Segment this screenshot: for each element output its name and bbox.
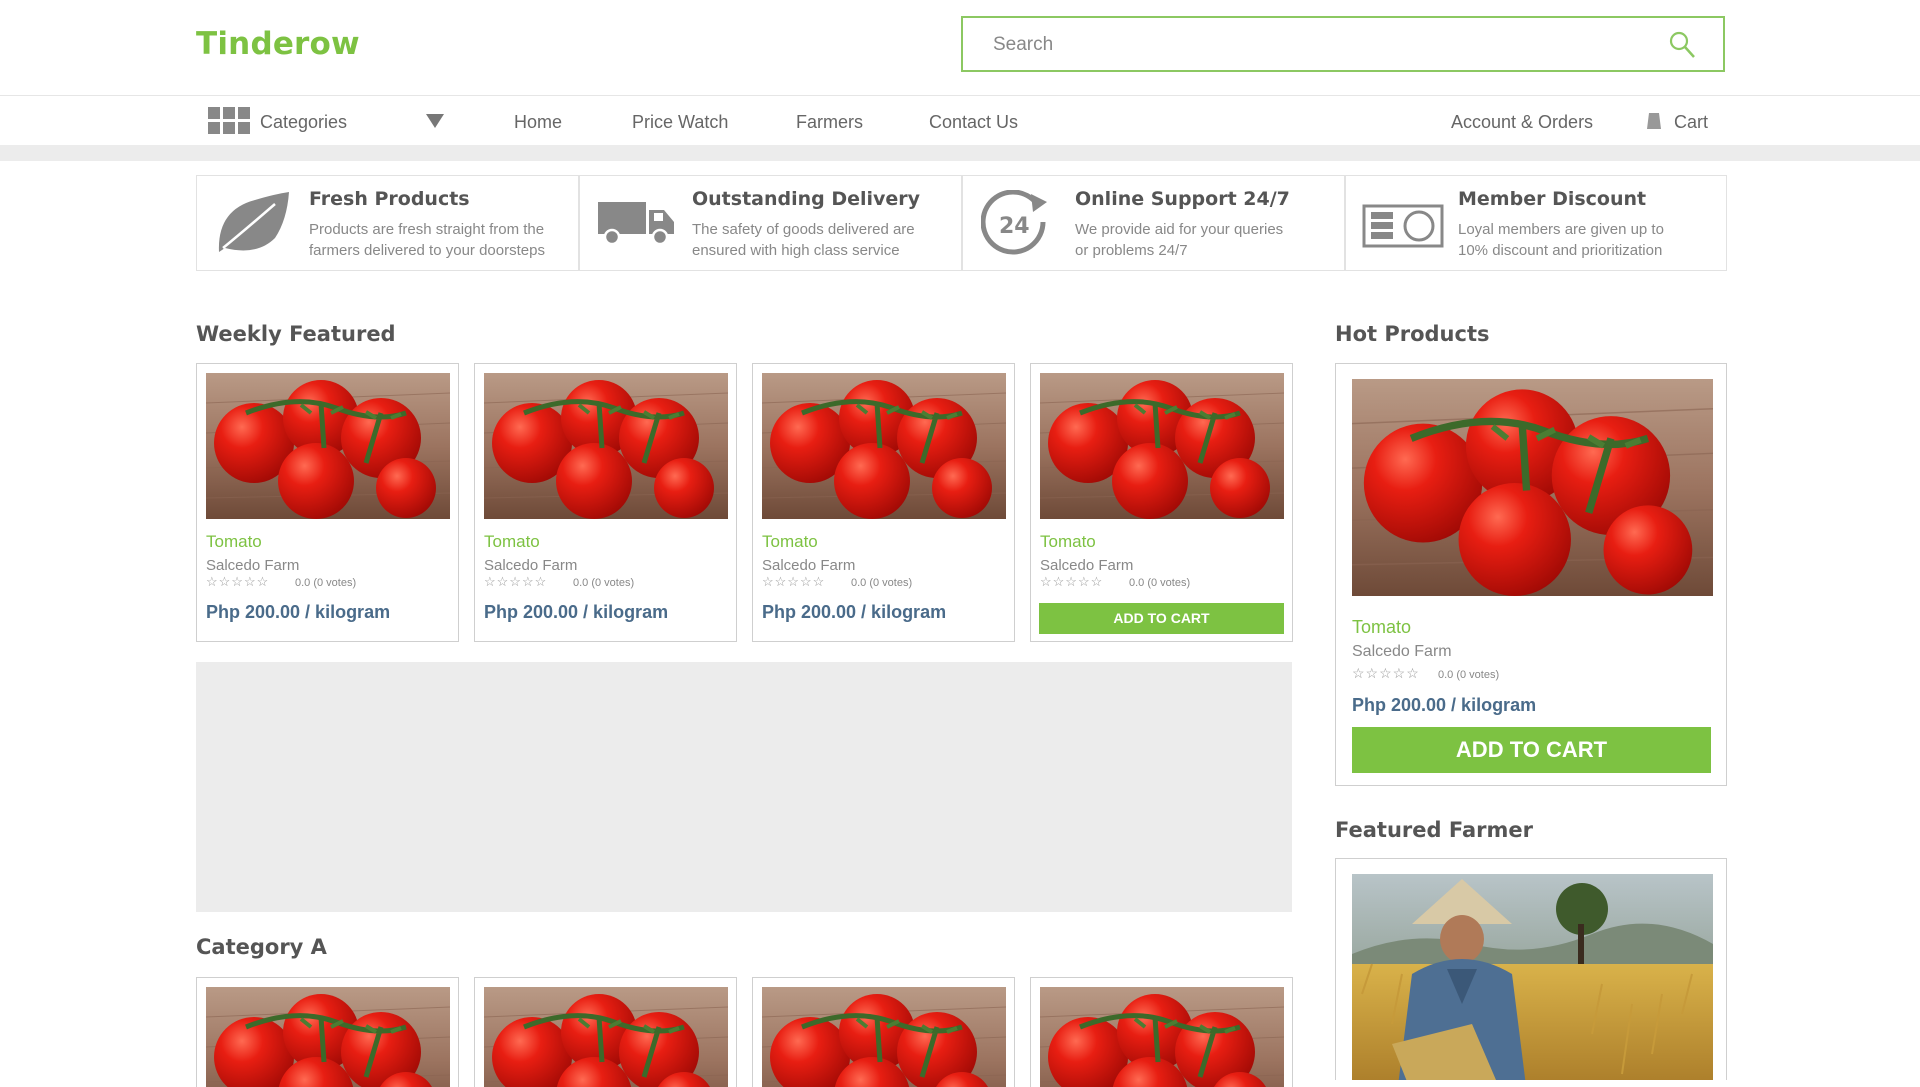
truck-icon [598,202,674,246]
feature-desc-line1: Products are fresh straight from the [309,221,545,238]
product-image[interactable] [762,373,1006,519]
product-price: Php 200.00 / kilogram [1352,695,1537,715]
product-card[interactable] [196,977,459,1087]
chevron-down-icon [426,114,444,128]
star-rating-icon: ☆☆☆☆☆ [762,574,826,589]
product-image[interactable] [206,987,450,1087]
feature-desc-line2: ensured with high class service [692,242,900,259]
product-farm: Salcedo Farm [762,557,856,574]
farmer-photo[interactable] [1352,874,1713,1080]
product-name[interactable]: Tomato [206,532,262,552]
product-farm: Salcedo Farm [484,557,578,574]
product-votes: 0.0 (0 votes) [1438,669,1500,681]
support-24-icon: 24 [981,190,1047,255]
product-name[interactable]: Tomato [762,532,818,552]
site-logo[interactable]: Tinderow [196,26,360,62]
search-input[interactable] [991,30,1635,60]
feature-member-discount: Member Discount Loyal members are given … [1345,175,1727,271]
product-card-hover[interactable]: Tomato Salcedo Farm ☆☆☆☆☆ 0.0 (0 votes) … [1030,363,1293,642]
hot-product-card[interactable]: Tomato Salcedo Farm ☆☆☆☆☆ 0.0 (0 votes) … [1335,363,1727,786]
feature-outstanding-delivery: Outstanding Delivery The safety of goods… [579,175,962,271]
product-image[interactable] [1352,379,1713,596]
product-name[interactable]: Tomato [484,532,540,552]
categories-label: Categories [260,112,348,132]
category-a-title: Category A [196,935,327,959]
product-card[interactable] [1030,977,1293,1087]
product-name[interactable]: Tomato [1040,532,1096,552]
product-card[interactable] [752,977,1015,1087]
nav-farmers[interactable]: Farmers [796,111,863,133]
product-image[interactable] [206,373,450,519]
cart-label: Cart [1674,112,1709,132]
add-to-cart-button[interactable]: ADD TO CART [1039,603,1284,634]
search-icon[interactable] [1667,30,1697,60]
star-rating-icon: ☆☆☆☆☆ [1040,574,1104,589]
product-price: Php 200.00 / kilogram [206,602,391,622]
feature-desc-line1: The safety of goods delivered are [692,221,915,238]
cart-link[interactable]: Cart [1644,108,1710,136]
nav-contact-us[interactable]: Contact Us [929,111,1018,133]
feature-desc-line2: 10% discount and prioritization [1458,242,1663,259]
leaf-icon [218,192,289,252]
product-card[interactable]: Tomato Salcedo Farm ☆☆☆☆☆ 0.0 (0 votes) … [196,363,459,642]
svg-text:24: 24 [999,214,1030,239]
cart-bag-icon [1647,113,1661,129]
product-votes: 0.0 (0 votes) [851,577,913,589]
product-image[interactable] [1040,987,1284,1087]
star-rating-icon: ☆☆☆☆☆ [484,574,548,589]
product-name[interactable]: Tomato [1352,617,1411,638]
featured-farmer-card[interactable] [1335,858,1727,1080]
nav-home[interactable]: Home [514,111,562,133]
feature-desc-line1: We provide aid for your queries [1075,221,1284,238]
feature-title: Fresh Products [309,188,470,210]
feature-title: Online Support 24/7 [1075,188,1290,210]
product-price: Php 200.00 / kilogram [484,602,669,622]
nav-band [0,145,1920,161]
product-image[interactable] [484,987,728,1087]
product-votes: 0.0 (0 votes) [573,577,635,589]
product-votes: 0.0 (0 votes) [1129,577,1191,589]
featured-farmer-title: Featured Farmer [1335,818,1533,842]
feature-desc-line2: or problems 24/7 [1075,242,1188,259]
product-image[interactable] [484,373,728,519]
search-box [961,16,1725,72]
categories-menu[interactable]: Categories [196,96,486,144]
product-price: Php 200.00 / kilogram [762,602,947,622]
feature-desc-line2: farmers delivered to your doorsteps [309,242,545,259]
product-card[interactable]: Tomato Salcedo Farm ☆☆☆☆☆ 0.0 (0 votes) … [474,363,737,642]
product-image[interactable] [762,987,1006,1087]
product-farm: Salcedo Farm [1352,643,1452,660]
star-rating-icon: ☆☆☆☆☆ [1352,665,1420,681]
product-votes: 0.0 (0 votes) [295,577,357,589]
nav-account-orders[interactable]: Account & Orders [1451,111,1593,133]
product-card[interactable] [474,977,737,1087]
feature-fresh-products: Fresh Products Products are fresh straig… [196,175,579,271]
hot-products-title: Hot Products [1335,322,1490,346]
feature-online-support: 24 Online Support 24/7 We provide aid fo… [962,175,1345,271]
feature-desc-line1: Loyal members are given up to [1458,221,1664,238]
product-farm: Salcedo Farm [206,557,300,574]
feature-title: Member Discount [1458,188,1647,210]
member-card-icon [1362,204,1444,248]
star-rating-icon: ☆☆☆☆☆ [206,574,270,589]
product-card[interactable]: Tomato Salcedo Farm ☆☆☆☆☆ 0.0 (0 votes) … [752,363,1015,642]
weekly-featured-title: Weekly Featured [196,322,396,346]
nav-price-watch[interactable]: Price Watch [632,111,728,133]
add-to-cart-button[interactable]: ADD TO CART [1352,727,1711,773]
grid-icon [208,107,250,134]
product-image[interactable] [1040,373,1284,519]
banner-placeholder [196,662,1292,912]
feature-title: Outstanding Delivery [692,188,921,210]
product-farm: Salcedo Farm [1040,557,1134,574]
